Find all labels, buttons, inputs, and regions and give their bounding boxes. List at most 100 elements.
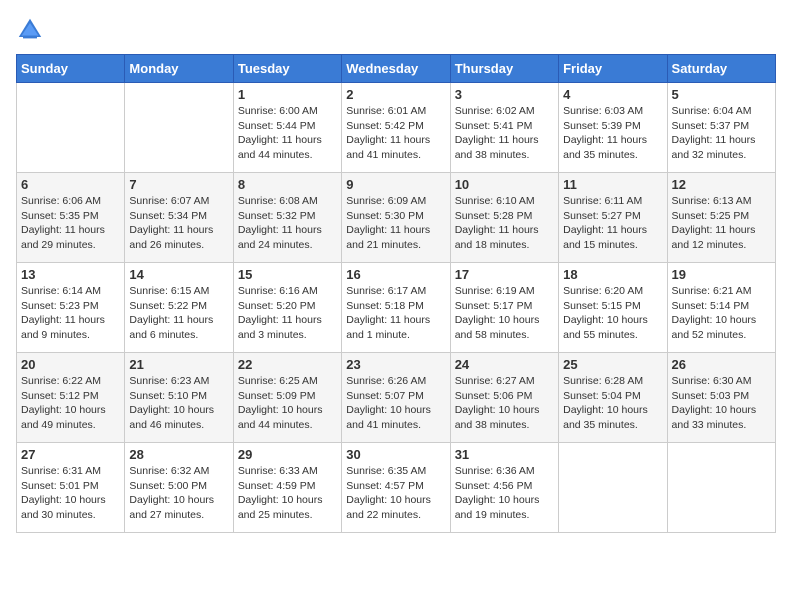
- day-info: Sunrise: 6:26 AM Sunset: 5:07 PM Dayligh…: [346, 374, 445, 433]
- calendar-cell: 19 Sunrise: 6:21 AM Sunset: 5:14 PM Dayli…: [667, 263, 775, 353]
- calendar-cell: 10 Sunrise: 6:10 AM Sunset: 5:28 PM Dayli…: [450, 173, 558, 263]
- calendar-week: 1Sunrise: 6:00 AM Sunset: 5:44 PM Daylig…: [17, 83, 776, 173]
- day-number: 27: [21, 447, 120, 462]
- calendar-cell: 20Sunrise: 6:22 AM Sunset: 5:12 PM Dayli…: [17, 353, 125, 443]
- day-number: 5: [672, 87, 771, 102]
- day-info: Sunrise: 6:33 AM Sunset: 4:59 PM Dayligh…: [238, 464, 337, 523]
- day-info: Sunrise: 6:25 AM Sunset: 5:09 PM Dayligh…: [238, 374, 337, 433]
- calendar-body: 1Sunrise: 6:00 AM Sunset: 5:44 PM Daylig…: [17, 83, 776, 533]
- day-number: 22: [238, 357, 337, 372]
- day-info: Sunrise: 6:07 AM Sunset: 5:34 PM Dayligh…: [129, 194, 228, 253]
- calendar-cell: 4 Sunrise: 6:03 AM Sunset: 5:39 PM Daylig…: [559, 83, 667, 173]
- day-number: 8: [238, 177, 337, 192]
- calendar-cell: 3 Sunrise: 6:02 AM Sunset: 5:41 PM Daylig…: [450, 83, 558, 173]
- calendar-cell: 5 Sunrise: 6:04 AM Sunset: 5:37 PM Daylig…: [667, 83, 775, 173]
- day-info: Sunrise: 6:22 AM Sunset: 5:12 PM Dayligh…: [21, 374, 120, 433]
- day-number: 14: [129, 267, 228, 282]
- calendar-week: 27 Sunrise: 6:31 AM Sunset: 5:01 PM Dayli…: [17, 443, 776, 533]
- day-info: Sunrise: 6:02 AM Sunset: 5:41 PM Dayligh…: [455, 104, 554, 163]
- day-number: 26: [672, 357, 771, 372]
- weekday-header: Friday: [559, 55, 667, 83]
- calendar-cell: 1Sunrise: 6:00 AM Sunset: 5:44 PM Daylig…: [233, 83, 341, 173]
- day-number: 11: [563, 177, 662, 192]
- day-number: 12: [672, 177, 771, 192]
- calendar-cell: 31 Sunrise: 6:36 AM Sunset: 4:56 PM Dayli…: [450, 443, 558, 533]
- day-info: Sunrise: 6:17 AM Sunset: 5:18 PM Dayligh…: [346, 284, 445, 343]
- day-info: Sunrise: 6:10 AM Sunset: 5:28 PM Dayligh…: [455, 194, 554, 253]
- calendar-header: SundayMondayTuesdayWednesdayThursdayFrid…: [17, 55, 776, 83]
- calendar-cell: 11 Sunrise: 6:11 AM Sunset: 5:27 PM Dayli…: [559, 173, 667, 263]
- calendar-cell: 17Sunrise: 6:19 AM Sunset: 5:17 PM Dayli…: [450, 263, 558, 353]
- logo-icon: [16, 16, 44, 44]
- day-number: 6: [21, 177, 120, 192]
- day-info: Sunrise: 6:08 AM Sunset: 5:32 PM Dayligh…: [238, 194, 337, 253]
- day-info: Sunrise: 6:03 AM Sunset: 5:39 PM Dayligh…: [563, 104, 662, 163]
- day-number: 25: [563, 357, 662, 372]
- day-number: 4: [563, 87, 662, 102]
- day-info: Sunrise: 6:23 AM Sunset: 5:10 PM Dayligh…: [129, 374, 228, 433]
- day-number: 9: [346, 177, 445, 192]
- calendar-week: 13Sunrise: 6:14 AM Sunset: 5:23 PM Dayli…: [17, 263, 776, 353]
- day-info: Sunrise: 6:01 AM Sunset: 5:42 PM Dayligh…: [346, 104, 445, 163]
- day-info: Sunrise: 6:32 AM Sunset: 5:00 PM Dayligh…: [129, 464, 228, 523]
- day-number: 16: [346, 267, 445, 282]
- calendar-cell: 18 Sunrise: 6:20 AM Sunset: 5:15 PM Dayli…: [559, 263, 667, 353]
- calendar-cell: [17, 83, 125, 173]
- day-info: Sunrise: 6:14 AM Sunset: 5:23 PM Dayligh…: [21, 284, 120, 343]
- calendar-cell: 23 Sunrise: 6:26 AM Sunset: 5:07 PM Dayli…: [342, 353, 450, 443]
- day-number: 3: [455, 87, 554, 102]
- weekday-header: Sunday: [17, 55, 125, 83]
- day-info: Sunrise: 6:13 AM Sunset: 5:25 PM Dayligh…: [672, 194, 771, 253]
- calendar-cell: 7Sunrise: 6:07 AM Sunset: 5:34 PM Daylig…: [125, 173, 233, 263]
- day-number: 31: [455, 447, 554, 462]
- calendar-cell: 24Sunrise: 6:27 AM Sunset: 5:06 PM Dayli…: [450, 353, 558, 443]
- day-number: 15: [238, 267, 337, 282]
- page-header: [16, 16, 776, 44]
- calendar-cell: 14 Sunrise: 6:15 AM Sunset: 5:22 PM Dayli…: [125, 263, 233, 353]
- header-row: SundayMondayTuesdayWednesdayThursdayFrid…: [17, 55, 776, 83]
- calendar-cell: 16 Sunrise: 6:17 AM Sunset: 5:18 PM Dayli…: [342, 263, 450, 353]
- calendar-cell: 29 Sunrise: 6:33 AM Sunset: 4:59 PM Dayli…: [233, 443, 341, 533]
- calendar-cell: 22 Sunrise: 6:25 AM Sunset: 5:09 PM Dayli…: [233, 353, 341, 443]
- day-info: Sunrise: 6:31 AM Sunset: 5:01 PM Dayligh…: [21, 464, 120, 523]
- day-info: Sunrise: 6:27 AM Sunset: 5:06 PM Dayligh…: [455, 374, 554, 433]
- weekday-header: Thursday: [450, 55, 558, 83]
- calendar-week: 6Sunrise: 6:06 AM Sunset: 5:35 PM Daylig…: [17, 173, 776, 263]
- day-number: 19: [672, 267, 771, 282]
- calendar-cell: 30 Sunrise: 6:35 AM Sunset: 4:57 PM Dayli…: [342, 443, 450, 533]
- calendar-cell: 2Sunrise: 6:01 AM Sunset: 5:42 PM Daylig…: [342, 83, 450, 173]
- day-info: Sunrise: 6:15 AM Sunset: 5:22 PM Dayligh…: [129, 284, 228, 343]
- day-info: Sunrise: 6:36 AM Sunset: 4:56 PM Dayligh…: [455, 464, 554, 523]
- day-number: 21: [129, 357, 228, 372]
- day-info: Sunrise: 6:09 AM Sunset: 5:30 PM Dayligh…: [346, 194, 445, 253]
- day-number: 1: [238, 87, 337, 102]
- day-number: 18: [563, 267, 662, 282]
- day-info: Sunrise: 6:28 AM Sunset: 5:04 PM Dayligh…: [563, 374, 662, 433]
- day-info: Sunrise: 6:21 AM Sunset: 5:14 PM Dayligh…: [672, 284, 771, 343]
- calendar-cell: 15 Sunrise: 6:16 AM Sunset: 5:20 PM Dayli…: [233, 263, 341, 353]
- logo: [16, 16, 48, 44]
- calendar-cell: 28 Sunrise: 6:32 AM Sunset: 5:00 PM Dayli…: [125, 443, 233, 533]
- calendar-cell: 25 Sunrise: 6:28 AM Sunset: 5:04 PM Dayli…: [559, 353, 667, 443]
- calendar-cell: 9 Sunrise: 6:09 AM Sunset: 5:30 PM Daylig…: [342, 173, 450, 263]
- day-info: Sunrise: 6:11 AM Sunset: 5:27 PM Dayligh…: [563, 194, 662, 253]
- calendar-cell: 27 Sunrise: 6:31 AM Sunset: 5:01 PM Dayli…: [17, 443, 125, 533]
- day-number: 23: [346, 357, 445, 372]
- day-number: 29: [238, 447, 337, 462]
- day-number: 17: [455, 267, 554, 282]
- day-number: 10: [455, 177, 554, 192]
- calendar-table: SundayMondayTuesdayWednesdayThursdayFrid…: [16, 54, 776, 533]
- day-number: 30: [346, 447, 445, 462]
- day-info: Sunrise: 6:30 AM Sunset: 5:03 PM Dayligh…: [672, 374, 771, 433]
- calendar-cell: 6Sunrise: 6:06 AM Sunset: 5:35 PM Daylig…: [17, 173, 125, 263]
- day-info: Sunrise: 6:20 AM Sunset: 5:15 PM Dayligh…: [563, 284, 662, 343]
- day-number: 28: [129, 447, 228, 462]
- calendar-cell: 8 Sunrise: 6:08 AM Sunset: 5:32 PM Daylig…: [233, 173, 341, 263]
- day-info: Sunrise: 6:04 AM Sunset: 5:37 PM Dayligh…: [672, 104, 771, 163]
- weekday-header: Monday: [125, 55, 233, 83]
- day-info: Sunrise: 6:35 AM Sunset: 4:57 PM Dayligh…: [346, 464, 445, 523]
- calendar-cell: [667, 443, 775, 533]
- calendar-cell: 12 Sunrise: 6:13 AM Sunset: 5:25 PM Dayli…: [667, 173, 775, 263]
- calendar-cell: 13Sunrise: 6:14 AM Sunset: 5:23 PM Dayli…: [17, 263, 125, 353]
- day-info: Sunrise: 6:16 AM Sunset: 5:20 PM Dayligh…: [238, 284, 337, 343]
